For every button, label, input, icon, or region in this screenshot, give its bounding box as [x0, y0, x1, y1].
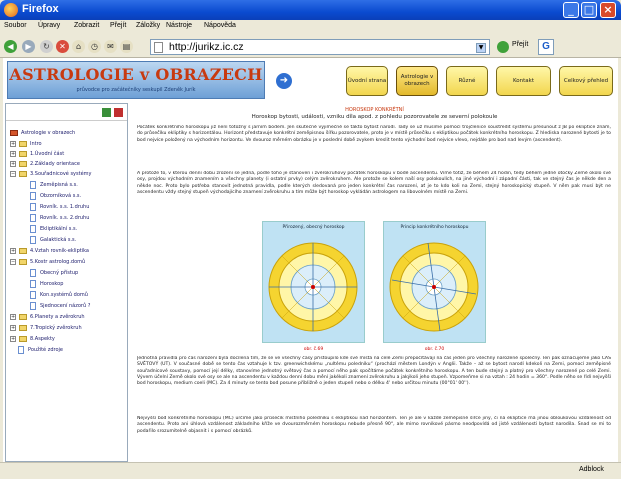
url-dropdown-icon[interactable]: ▼	[476, 43, 486, 53]
menu-napoveda[interactable]: Nápověda	[204, 22, 236, 29]
window-title: Firefox	[22, 3, 59, 15]
page-icon	[30, 225, 36, 233]
menu-bar: Soubor Úpravy Zobrazit Přejít Záložky Ná…	[0, 20, 621, 36]
adblock-label[interactable]: Adblock	[579, 466, 604, 473]
chart-caption-2: obr. č.70	[424, 347, 445, 352]
folder-icon	[19, 161, 27, 167]
url-text[interactable]: http://jurikz.ic.cz	[169, 41, 244, 53]
book-icon	[10, 130, 18, 136]
bookmarks-icon[interactable]: ✉	[104, 40, 117, 53]
page-viewport: ASTROLOGIE v OBRAZECH průvodce pro začát…	[3, 58, 618, 462]
page-icon	[18, 346, 24, 354]
site-header: ASTROLOGIE v OBRAZECH průvodce pro začát…	[3, 58, 618, 103]
paragraph-1: Počátek konkrétního horoskopu již není t…	[137, 125, 611, 143]
logo-subtitle: průvodce pro začátečníky seskupil Zdeněk…	[76, 87, 196, 93]
folder-icon	[19, 336, 27, 342]
folder-icon	[19, 248, 27, 254]
chart-title: Princip konkrétního horoskopu	[400, 225, 469, 230]
folder-open-icon	[19, 259, 27, 265]
paragraph-3: Jednotná pravidla pro čas narození byla …	[137, 356, 611, 387]
nav-prehled[interactable]: Celkový přehled	[559, 66, 613, 96]
site-logo[interactable]: ASTROLOGIE v OBRAZECH průvodce pro začát…	[7, 61, 265, 99]
page-icon	[30, 291, 36, 299]
article-subheading: Horoskop bytosti, události, vzniku díla …	[251, 114, 498, 120]
firefox-icon	[4, 3, 18, 17]
back-icon[interactable]: ◀	[4, 40, 17, 53]
forward-icon[interactable]: ▶	[22, 40, 35, 53]
page-icon	[154, 42, 163, 53]
article: HOROSKOP KONKRÉTNÍ Horoskop bytosti, udá…	[131, 103, 618, 462]
print-icon[interactable]: ▤	[120, 40, 133, 53]
page-icon	[30, 203, 36, 211]
nav-ruzne[interactable]: Různé	[446, 66, 488, 96]
page-icon	[30, 192, 36, 200]
minimize-button[interactable]: _	[563, 2, 579, 18]
nav-kontakt[interactable]: Kontakt	[496, 66, 551, 96]
nav-astrologie[interactable]: Astrologie v obrazech	[396, 66, 438, 96]
zodiac-wheel-icon	[389, 242, 479, 332]
navigation-toolbar: ◀ ▶ ↻ ✕ ⌂ ◷ ✉ ▤ http://jurikz.ic.cz ▼ Př…	[0, 36, 621, 58]
url-bar[interactable]: http://jurikz.ic.cz ▼	[150, 39, 490, 55]
page-icon	[30, 280, 36, 288]
expand-icon[interactable]	[102, 108, 111, 117]
go-icon[interactable]	[497, 41, 509, 53]
folder-icon	[19, 151, 27, 157]
horoscope-image-1: Přirozený, obecný horoskop	[262, 221, 365, 343]
chart-title: Přirozený, obecný horoskop	[282, 225, 345, 230]
status-bar: Adblock	[0, 462, 621, 479]
sidebar-toolbar	[6, 104, 127, 121]
page-icon	[30, 269, 36, 277]
page-icon	[30, 181, 36, 189]
close-button[interactable]: ×	[600, 2, 616, 18]
page-icon	[30, 302, 36, 310]
folder-icon	[19, 141, 27, 147]
horoscope-image-2: Princip konkrétního horoskopu	[383, 221, 486, 343]
page-icon	[30, 214, 36, 222]
reload-icon[interactable]: ↻	[40, 40, 53, 53]
stop-icon[interactable]: ✕	[56, 40, 69, 53]
menu-prejit[interactable]: Přejít	[110, 22, 126, 29]
sidebar-tree: Astrologie v obrazech + Intro +1.Úvodní č…	[5, 103, 128, 462]
article-heading: HOROSKOP KONKRÉTNÍ	[345, 107, 404, 113]
menu-nastroje[interactable]: Nástroje	[166, 22, 192, 29]
folder-open-icon	[19, 171, 27, 177]
title-bar: Firefox _ □ ×	[0, 0, 621, 20]
chart-caption-1: obr. č.69	[303, 347, 324, 352]
logo-title: ASTROLOGIE v OBRAZECH	[9, 65, 263, 84]
folder-icon	[19, 325, 27, 331]
google-search-icon[interactable]: G	[538, 39, 554, 55]
browser-window: Firefox _ □ × Soubor Úpravy Zobrazit Pře…	[0, 0, 621, 479]
collapse-icon[interactable]	[114, 108, 123, 117]
menu-zobrazit[interactable]: Zobrazit	[74, 22, 99, 29]
paragraph-2: A protože to, v kterou denní dobu zrozen…	[137, 171, 611, 195]
home-icon[interactable]: ⌂	[72, 40, 85, 53]
paragraph-4: Nejvyšší bod konkrétního horoskopu (MC) …	[137, 416, 611, 434]
go-label[interactable]: Přejít	[512, 41, 528, 48]
nav-home[interactable]: Úvodní strana	[346, 66, 388, 96]
maximize-button[interactable]: □	[581, 2, 597, 18]
history-icon[interactable]: ◷	[88, 40, 101, 53]
zodiac-wheel-icon	[268, 242, 358, 332]
menu-soubor[interactable]: Soubor	[4, 22, 27, 29]
page-icon	[30, 236, 36, 244]
menu-upravy[interactable]: Úpravy	[38, 22, 60, 29]
folder-icon	[19, 314, 27, 320]
forward-arrow-icon[interactable]: ➜	[276, 73, 292, 89]
menu-zalozky[interactable]: Záložky	[136, 22, 160, 29]
